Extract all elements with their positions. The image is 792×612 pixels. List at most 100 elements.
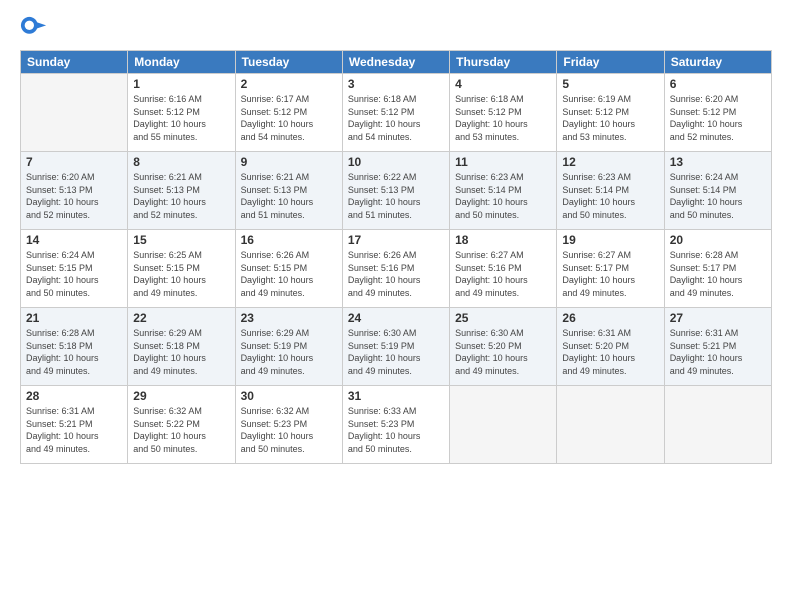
page: SundayMondayTuesdayWednesdayThursdayFrid… (0, 0, 792, 612)
calendar-cell: 14 Sunrise: 6:24 AM Sunset: 5:15 PM Dayli… (21, 230, 128, 308)
day-info: Sunrise: 6:31 AM Sunset: 5:20 PM Dayligh… (562, 327, 658, 377)
calendar-cell: 17 Sunrise: 6:26 AM Sunset: 5:16 PM Dayli… (342, 230, 449, 308)
calendar-cell: 21 Sunrise: 6:28 AM Sunset: 5:18 PM Dayli… (21, 308, 128, 386)
calendar-cell: 30 Sunrise: 6:32 AM Sunset: 5:23 PM Dayli… (235, 386, 342, 464)
header-row: SundayMondayTuesdayWednesdayThursdayFrid… (21, 51, 772, 74)
day-info: Sunrise: 6:17 AM Sunset: 5:12 PM Dayligh… (241, 93, 337, 143)
day-number: 19 (562, 233, 658, 247)
calendar-cell: 15 Sunrise: 6:25 AM Sunset: 5:15 PM Dayli… (128, 230, 235, 308)
week-row-4: 21 Sunrise: 6:28 AM Sunset: 5:18 PM Dayli… (21, 308, 772, 386)
calendar-cell: 31Sunrise: 6:33 AM Sunset: 5:23 PM Dayli… (342, 386, 449, 464)
day-number: 22 (133, 311, 229, 325)
week-row-5: 28 Sunrise: 6:31 AM Sunset: 5:21 PM Dayli… (21, 386, 772, 464)
day-number: 15 (133, 233, 229, 247)
day-number: 8 (133, 155, 229, 169)
day-number: 31 (348, 389, 444, 403)
day-number: 2 (241, 77, 337, 91)
day-number: 9 (241, 155, 337, 169)
day-number: 4 (455, 77, 551, 91)
day-info: Sunrise: 6:30 AM Sunset: 5:19 PM Dayligh… (348, 327, 444, 377)
day-info: Sunrise: 6:21 AM Sunset: 5:13 PM Dayligh… (241, 171, 337, 221)
day-header-sunday: Sunday (21, 51, 128, 74)
day-number: 29 (133, 389, 229, 403)
calendar-cell: 7Sunrise: 6:20 AM Sunset: 5:13 PM Daylig… (21, 152, 128, 230)
calendar-cell: 6 Sunrise: 6:20 AM Sunset: 5:12 PM Daylig… (664, 74, 771, 152)
calendar-cell: 8 Sunrise: 6:21 AM Sunset: 5:13 PM Daylig… (128, 152, 235, 230)
calendar-header: SundayMondayTuesdayWednesdayThursdayFrid… (21, 51, 772, 74)
day-info: Sunrise: 6:20 AM Sunset: 5:13 PM Dayligh… (26, 171, 122, 221)
day-info: Sunrise: 6:24 AM Sunset: 5:14 PM Dayligh… (670, 171, 766, 221)
day-info: Sunrise: 6:31 AM Sunset: 5:21 PM Dayligh… (670, 327, 766, 377)
week-row-1: 1 Sunrise: 6:16 AM Sunset: 5:12 PM Daylig… (21, 74, 772, 152)
day-info: Sunrise: 6:32 AM Sunset: 5:22 PM Dayligh… (133, 405, 229, 455)
day-number: 11 (455, 155, 551, 169)
day-number: 10 (348, 155, 444, 169)
calendar-cell (21, 74, 128, 152)
day-header-friday: Friday (557, 51, 664, 74)
day-info: Sunrise: 6:21 AM Sunset: 5:13 PM Dayligh… (133, 171, 229, 221)
calendar-cell: 29 Sunrise: 6:32 AM Sunset: 5:22 PM Dayli… (128, 386, 235, 464)
day-info: Sunrise: 6:31 AM Sunset: 5:21 PM Dayligh… (26, 405, 122, 455)
calendar-cell: 9 Sunrise: 6:21 AM Sunset: 5:13 PM Daylig… (235, 152, 342, 230)
day-number: 27 (670, 311, 766, 325)
calendar-cell: 12 Sunrise: 6:23 AM Sunset: 5:14 PM Dayli… (557, 152, 664, 230)
day-info: Sunrise: 6:28 AM Sunset: 5:18 PM Dayligh… (26, 327, 122, 377)
calendar-cell: 24 Sunrise: 6:30 AM Sunset: 5:19 PM Dayli… (342, 308, 449, 386)
day-info: Sunrise: 6:27 AM Sunset: 5:16 PM Dayligh… (455, 249, 551, 299)
day-info: Sunrise: 6:18 AM Sunset: 5:12 PM Dayligh… (455, 93, 551, 143)
day-info: Sunrise: 6:20 AM Sunset: 5:12 PM Dayligh… (670, 93, 766, 143)
day-info: Sunrise: 6:26 AM Sunset: 5:15 PM Dayligh… (241, 249, 337, 299)
calendar-table: SundayMondayTuesdayWednesdayThursdayFrid… (20, 50, 772, 464)
day-number: 1 (133, 77, 229, 91)
day-info: Sunrise: 6:27 AM Sunset: 5:17 PM Dayligh… (562, 249, 658, 299)
day-header-thursday: Thursday (450, 51, 557, 74)
calendar-cell (450, 386, 557, 464)
day-number: 16 (241, 233, 337, 247)
day-header-wednesday: Wednesday (342, 51, 449, 74)
day-number: 24 (348, 311, 444, 325)
day-info: Sunrise: 6:30 AM Sunset: 5:20 PM Dayligh… (455, 327, 551, 377)
day-number: 25 (455, 311, 551, 325)
calendar-body: 1 Sunrise: 6:16 AM Sunset: 5:12 PM Daylig… (21, 74, 772, 464)
calendar-cell: 23 Sunrise: 6:29 AM Sunset: 5:19 PM Dayli… (235, 308, 342, 386)
calendar-cell: 1 Sunrise: 6:16 AM Sunset: 5:12 PM Daylig… (128, 74, 235, 152)
calendar-cell: 28 Sunrise: 6:31 AM Sunset: 5:21 PM Dayli… (21, 386, 128, 464)
calendar-cell (557, 386, 664, 464)
day-number: 23 (241, 311, 337, 325)
day-number: 6 (670, 77, 766, 91)
day-info: Sunrise: 6:26 AM Sunset: 5:16 PM Dayligh… (348, 249, 444, 299)
day-info: Sunrise: 6:23 AM Sunset: 5:14 PM Dayligh… (455, 171, 551, 221)
day-info: Sunrise: 6:23 AM Sunset: 5:14 PM Dayligh… (562, 171, 658, 221)
day-info: Sunrise: 6:29 AM Sunset: 5:18 PM Dayligh… (133, 327, 229, 377)
calendar-cell: 26Sunrise: 6:31 AM Sunset: 5:20 PM Dayli… (557, 308, 664, 386)
day-info: Sunrise: 6:24 AM Sunset: 5:15 PM Dayligh… (26, 249, 122, 299)
day-number: 28 (26, 389, 122, 403)
day-number: 14 (26, 233, 122, 247)
calendar-cell: 16 Sunrise: 6:26 AM Sunset: 5:15 PM Dayli… (235, 230, 342, 308)
header (20, 16, 772, 44)
calendar-cell: 4 Sunrise: 6:18 AM Sunset: 5:12 PM Daylig… (450, 74, 557, 152)
calendar-cell: 10Sunrise: 6:22 AM Sunset: 5:13 PM Dayli… (342, 152, 449, 230)
day-number: 21 (26, 311, 122, 325)
calendar-cell: 5Sunrise: 6:19 AM Sunset: 5:12 PM Daylig… (557, 74, 664, 152)
calendar-cell: 2 Sunrise: 6:17 AM Sunset: 5:12 PM Daylig… (235, 74, 342, 152)
day-number: 5 (562, 77, 658, 91)
day-info: Sunrise: 6:16 AM Sunset: 5:12 PM Dayligh… (133, 93, 229, 143)
day-number: 20 (670, 233, 766, 247)
day-header-monday: Monday (128, 51, 235, 74)
calendar-cell: 18Sunrise: 6:27 AM Sunset: 5:16 PM Dayli… (450, 230, 557, 308)
calendar-cell: 25 Sunrise: 6:30 AM Sunset: 5:20 PM Dayli… (450, 308, 557, 386)
day-number: 12 (562, 155, 658, 169)
calendar-cell: 19 Sunrise: 6:27 AM Sunset: 5:17 PM Dayli… (557, 230, 664, 308)
day-number: 17 (348, 233, 444, 247)
calendar-cell: 13Sunrise: 6:24 AM Sunset: 5:14 PM Dayli… (664, 152, 771, 230)
calendar-cell: 22 Sunrise: 6:29 AM Sunset: 5:18 PM Dayli… (128, 308, 235, 386)
day-info: Sunrise: 6:32 AM Sunset: 5:23 PM Dayligh… (241, 405, 337, 455)
week-row-3: 14 Sunrise: 6:24 AM Sunset: 5:15 PM Dayli… (21, 230, 772, 308)
week-row-2: 7Sunrise: 6:20 AM Sunset: 5:13 PM Daylig… (21, 152, 772, 230)
day-info: Sunrise: 6:25 AM Sunset: 5:15 PM Dayligh… (133, 249, 229, 299)
day-number: 3 (348, 77, 444, 91)
logo (20, 16, 51, 44)
day-number: 30 (241, 389, 337, 403)
day-info: Sunrise: 6:29 AM Sunset: 5:19 PM Dayligh… (241, 327, 337, 377)
